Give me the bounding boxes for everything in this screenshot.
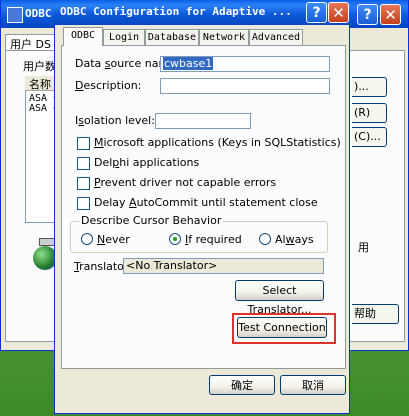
if-required-label: If required (185, 233, 242, 246)
bg-configure-button[interactable]: (C)... (352, 127, 387, 147)
data-source-name-input[interactable]: cwbase1 (160, 56, 330, 72)
if-required-radio[interactable] (169, 233, 181, 245)
always-radio[interactable] (259, 233, 271, 245)
bg-add-button[interactable]: )... (352, 77, 387, 97)
tab-odbc[interactable]: ODBC (63, 27, 103, 46)
odbc-configuration-dialog: ODBC Configuration for Adaptive ... ? ✕ … (54, 0, 350, 414)
test-connection-button[interactable]: Test Connection (237, 317, 327, 338)
data-source-name-value: cwbase1 (163, 57, 214, 70)
prevent-driver-errors-label: Prevent driver not capable errors (94, 176, 277, 189)
delay-autocommit-checkbox[interactable] (77, 197, 90, 210)
user-dsn-label: 用户数 (23, 60, 56, 73)
dialog-title: ODBC Configuration for Adaptive ... (60, 5, 292, 18)
bg-help-icon[interactable]: ? (357, 4, 378, 25)
close-icon[interactable]: ✕ (328, 2, 349, 23)
always-label: Always (275, 233, 314, 246)
isolation-level-label: Isolation level: (75, 114, 155, 127)
bg-remove-button[interactable]: (R) (352, 103, 387, 123)
description-label: Description: (75, 79, 142, 92)
cursor-behavior-title: Describe Cursor Behavior (79, 214, 224, 227)
isolation-level-input[interactable] (155, 113, 251, 129)
bg-close-icon[interactable]: ✕ (380, 4, 401, 25)
delphi-apps-checkbox[interactable] (77, 157, 90, 170)
never-label: Never (97, 233, 130, 246)
odbc-app-icon (7, 7, 23, 23)
dialog-titlebar: ODBC Configuration for Adaptive ... ? ✕ (54, 0, 350, 25)
tab-advanced[interactable]: Advanced (249, 29, 303, 45)
ok-button[interactable]: 确定 (209, 375, 275, 395)
delphi-apps-label: Delphi applications (94, 156, 200, 169)
delay-autocommit-label: Delay AutoCommit until statement close (94, 196, 318, 209)
bg-note-text: 用 (358, 241, 369, 254)
microsoft-apps-checkbox[interactable] (77, 137, 90, 150)
help-icon[interactable]: ? (306, 2, 327, 23)
tab-database[interactable]: Database (145, 29, 199, 45)
never-radio[interactable] (81, 233, 93, 245)
microsoft-apps-label: Microsoft applications (Keys in SQLStati… (94, 136, 341, 149)
cancel-button[interactable]: 取消 (280, 375, 346, 395)
select-translator-button[interactable]: Select Translator... (235, 280, 324, 316)
tab-network[interactable]: Network (199, 29, 249, 45)
bg-help-button[interactable]: 帮助 (352, 304, 399, 324)
translator-field: <No Translator> (123, 258, 324, 274)
bg-window-title: ODBC (25, 7, 52, 20)
computer-icon (39, 238, 55, 246)
prevent-driver-errors-checkbox[interactable] (77, 177, 90, 190)
description-input[interactable] (160, 78, 330, 94)
tab-login[interactable]: Login (103, 29, 145, 45)
